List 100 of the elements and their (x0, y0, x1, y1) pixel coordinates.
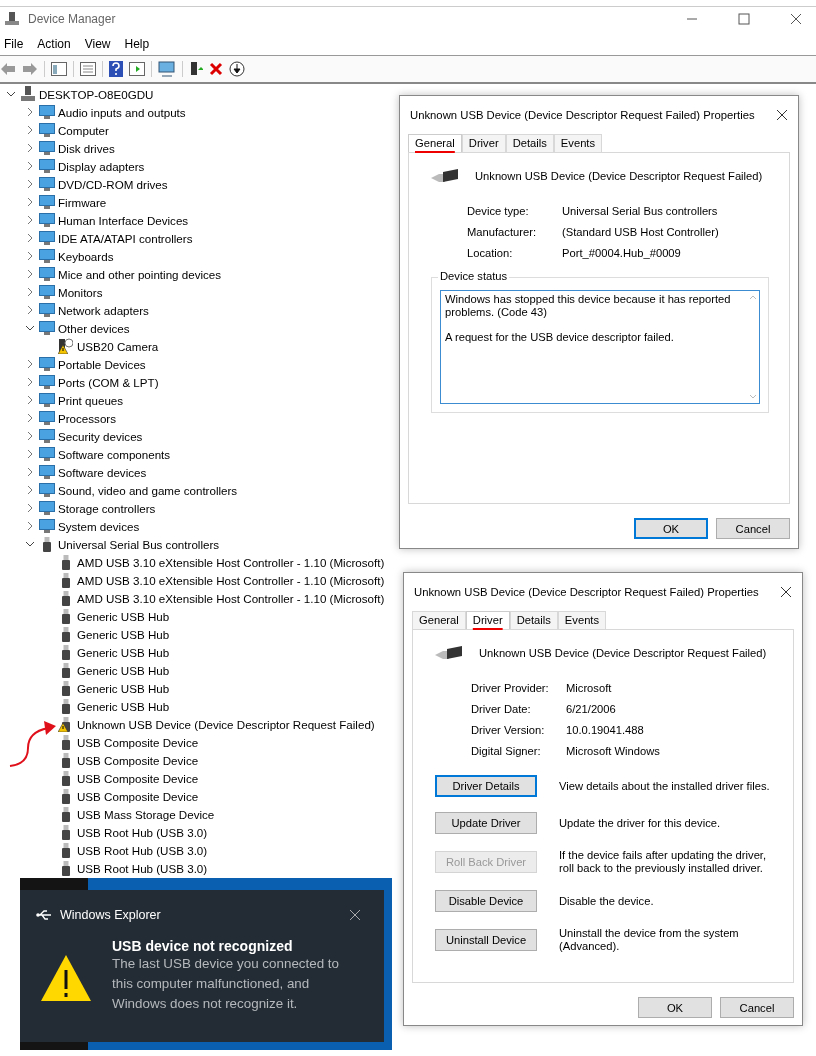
tree-item[interactable]: AMD USB 3.10 eXtensible Host Controller - 1.10 (Microsoft) (77, 555, 385, 569)
tree-item[interactable]: Generic USB Hub (77, 663, 170, 677)
expand-chevron-icon[interactable] (25, 503, 35, 513)
tree-item[interactable]: Generic USB Hub (77, 645, 170, 659)
console-tree-icon[interactable] (51, 62, 67, 76)
tree-item[interactable]: Processors (58, 411, 116, 425)
tree-item[interactable]: USB Composite Device (77, 789, 199, 803)
menu-item[interactable]: File (4, 37, 24, 51)
cancel-button[interactable]: Cancel (720, 997, 794, 1018)
maximize-icon[interactable] (738, 13, 750, 25)
tree-item[interactable]: USB Composite Device (77, 735, 199, 749)
cancel-button[interactable]: Cancel (716, 518, 790, 539)
back-arrow-icon[interactable] (0, 62, 16, 76)
tree-item[interactable]: Audio inputs and outputs (58, 105, 186, 119)
tree-item[interactable]: DVD/CD-ROM drives (58, 177, 168, 191)
tab[interactable]: General (408, 134, 462, 152)
tree-item[interactable]: USB Root Hub (USB 3.0) (77, 861, 208, 875)
tree-item[interactable]: DESKTOP-O8E0GDU (39, 87, 154, 101)
tree-item[interactable]: Human Interface Devices (58, 213, 189, 227)
tree-item[interactable]: Unknown USB Device (Device Descriptor Request Failed) (77, 717, 375, 731)
tree-item[interactable]: System devices (58, 519, 140, 533)
tree-item[interactable]: Universal Serial Bus controllers (58, 537, 220, 551)
tree-item[interactable]: USB Root Hub (USB 3.0) (77, 825, 208, 839)
close-icon[interactable] (350, 910, 360, 920)
tree-item[interactable]: Firmware (58, 195, 107, 209)
tab[interactable]: General (412, 611, 466, 629)
tree-item[interactable]: AMD USB 3.10 eXtensible Host Controller - 1.10 (Microsoft) (77, 591, 385, 605)
tree-item[interactable]: Disk drives (58, 141, 115, 155)
expand-chevron-icon[interactable] (25, 179, 35, 189)
close-icon[interactable] (790, 13, 802, 25)
tree-item[interactable]: AMD USB 3.10 eXtensible Host Controller - 1.10 (Microsoft) (77, 573, 385, 587)
expand-chevron-icon[interactable] (25, 233, 35, 243)
ok-button[interactable]: OK (638, 997, 712, 1018)
expand-chevron-icon[interactable] (25, 521, 35, 531)
tree-item[interactable]: Print queues (58, 393, 124, 407)
status-text-area[interactable]: Windows has stopped this device because it has reported problems. (Code 43) A request for the USB device descriptor failed. (440, 290, 760, 404)
expand-chevron-icon[interactable] (25, 431, 35, 441)
close-icon[interactable] (780, 586, 792, 598)
tree-item[interactable]: Computer (58, 123, 109, 137)
menu-item[interactable]: Help (124, 37, 150, 51)
tab[interactable]: Events (553, 134, 603, 152)
tree-item[interactable]: USB Composite Device (77, 753, 199, 767)
tab[interactable]: Driver (461, 134, 506, 152)
monitor-scan-icon[interactable] (158, 61, 176, 77)
tree-item[interactable]: Software devices (58, 465, 147, 479)
expand-chevron-icon[interactable] (25, 215, 35, 225)
driver-action-button[interactable]: Disable Device (435, 890, 537, 912)
expand-chevron-icon[interactable] (25, 449, 35, 459)
tree-item[interactable]: USB Mass Storage Device (77, 807, 215, 821)
tree-item[interactable]: USB Composite Device (77, 771, 199, 785)
driver-action-button[interactable]: Update Driver (435, 812, 537, 834)
tree-item[interactable]: Software components (58, 447, 171, 461)
tree-item[interactable]: Monitors (58, 285, 103, 299)
expand-chevron-icon[interactable] (25, 125, 35, 135)
tree-item[interactable]: Keyboards (58, 249, 114, 263)
tree-item[interactable]: USB Root Hub (USB 3.0) (77, 843, 208, 857)
expand-chevron-icon[interactable] (25, 485, 35, 495)
close-icon[interactable] (776, 109, 788, 121)
expand-chevron-icon[interactable] (25, 269, 35, 279)
expand-chevron-icon[interactable] (25, 359, 35, 369)
expand-chevron-icon[interactable] (25, 251, 35, 261)
collapse-chevron-icon[interactable] (6, 89, 16, 99)
expand-chevron-icon[interactable] (25, 143, 35, 153)
action-pane-icon[interactable] (129, 62, 145, 76)
driver-action-button[interactable]: Uninstall Device (435, 929, 537, 951)
download-circle-icon[interactable] (229, 61, 245, 77)
tree-item[interactable]: Portable Devices (58, 357, 146, 371)
properties-icon[interactable] (80, 62, 96, 76)
expand-chevron-icon[interactable] (25, 377, 35, 387)
menu-item[interactable]: Action (37, 37, 71, 51)
tree-item[interactable]: Ports (COM & LPT) (58, 375, 159, 389)
expand-chevron-icon[interactable] (25, 467, 35, 477)
tree-item[interactable]: Security devices (58, 429, 143, 443)
tab[interactable]: Events (557, 611, 607, 629)
forward-arrow-icon[interactable] (22, 62, 38, 76)
expand-chevron-icon[interactable] (25, 287, 35, 297)
tab[interactable]: Details (505, 134, 554, 152)
tab[interactable]: Details (509, 611, 558, 629)
tree-item[interactable]: Generic USB Hub (77, 609, 170, 623)
tree-item[interactable]: Mice and other pointing devices (58, 267, 222, 281)
delete-x-icon[interactable] (209, 62, 223, 76)
tab[interactable]: Driver (465, 611, 510, 629)
expand-chevron-icon[interactable] (25, 197, 35, 207)
menu-item[interactable]: View (84, 37, 111, 51)
tree-item[interactable]: Storage controllers (58, 501, 156, 515)
collapse-chevron-icon[interactable] (25, 323, 35, 333)
tree-item[interactable]: Generic USB Hub (77, 681, 170, 695)
expand-chevron-icon[interactable] (25, 161, 35, 171)
tree-item[interactable]: IDE ATA/ATAPI controllers (58, 231, 193, 245)
collapse-chevron-icon[interactable] (25, 539, 35, 549)
update-driver-icon[interactable] (189, 61, 203, 77)
help-icon[interactable] (109, 61, 123, 77)
tree-item[interactable]: Display adapters (58, 159, 145, 173)
tree-item[interactable]: Network adapters (58, 303, 149, 317)
tree-item[interactable]: USB20 Camera (77, 339, 159, 353)
tree-item[interactable]: Generic USB Hub (77, 699, 170, 713)
tree-item[interactable]: Generic USB Hub (77, 627, 170, 641)
tree-item[interactable]: Sound, video and game controllers (58, 483, 238, 497)
expand-chevron-icon[interactable] (25, 413, 35, 423)
expand-chevron-icon[interactable] (25, 305, 35, 315)
